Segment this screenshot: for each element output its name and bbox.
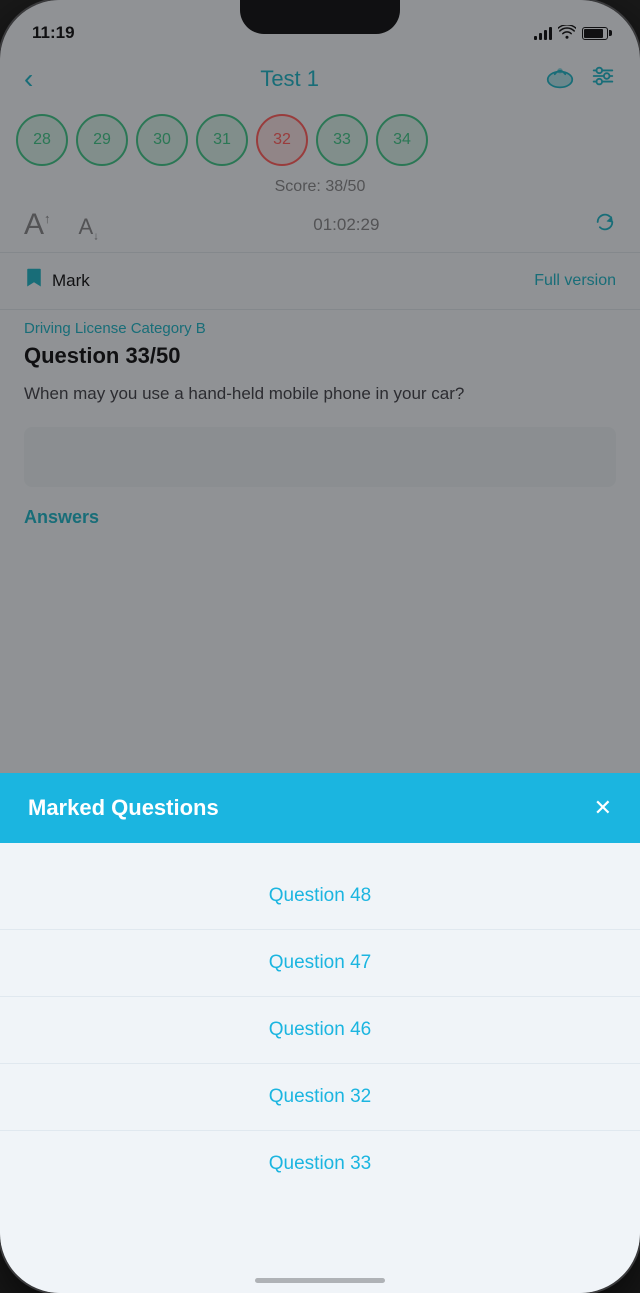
marked-questions-panel: Marked Questions ✕ Question 48 Question … <box>0 773 640 1293</box>
home-indicator <box>255 1278 385 1283</box>
modal-body: Question 48 Question 47 Question 46 Ques… <box>0 843 640 1217</box>
marked-question-item[interactable]: Question 33 <box>0 1131 640 1197</box>
modal-title: Marked Questions <box>28 795 219 821</box>
phone-screen: 11:19 <box>0 0 640 1293</box>
marked-question-item[interactable]: Question 32 <box>0 1064 640 1131</box>
modal-header: Marked Questions ✕ <box>0 773 640 843</box>
phone-frame: 11:19 <box>0 0 640 1293</box>
modal-close-button[interactable]: ✕ <box>594 795 612 821</box>
marked-question-item[interactable]: Question 47 <box>0 930 640 997</box>
marked-question-item[interactable]: Question 46 <box>0 997 640 1064</box>
marked-question-item[interactable]: Question 48 <box>0 863 640 930</box>
modal-overlay: Marked Questions ✕ Question 48 Question … <box>0 0 640 1293</box>
